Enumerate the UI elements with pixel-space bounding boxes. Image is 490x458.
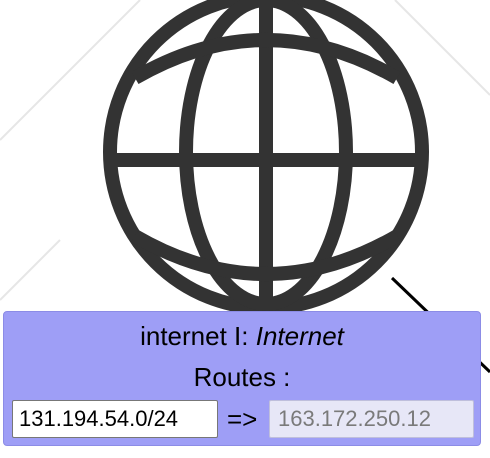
node-title: internet I: Internet (4, 320, 480, 352)
route-network-input[interactable] (12, 400, 218, 438)
route-row: => (12, 400, 474, 438)
route-gateway-input[interactable] (269, 400, 474, 438)
routes-heading: Routes : (193, 362, 291, 392)
network-canvas[interactable]: internet I: Internet Routes : => (0, 0, 490, 458)
node-label: internet I: (140, 321, 256, 351)
node-type: Internet (255, 321, 344, 351)
route-arrow: => (227, 404, 258, 434)
node-info-panel: internet I: Internet Routes : => (3, 311, 481, 446)
